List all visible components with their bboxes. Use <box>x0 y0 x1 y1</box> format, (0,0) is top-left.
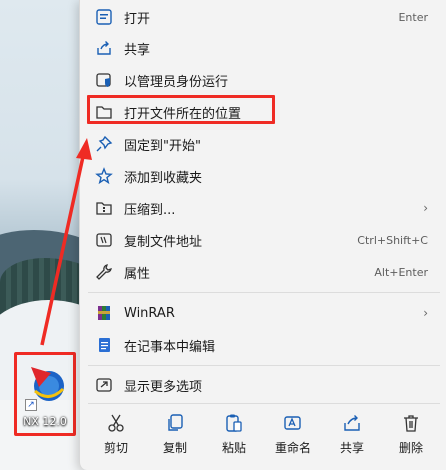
menu-item-label: 复制文件地址 <box>124 234 203 250</box>
menu-item-compress-to[interactable]: 压缩到... › <box>88 192 440 224</box>
copy-label: 复制 <box>162 441 187 455</box>
menu-item-properties[interactable]: 属性 Alt+Enter <box>88 256 440 288</box>
menu-item-label: 显示更多选项 <box>124 379 203 395</box>
paste-icon <box>226 414 242 432</box>
shortcut-arrow-icon: ↗ <box>25 399 37 411</box>
delete-label: 删除 <box>398 441 423 455</box>
share-icon <box>97 41 111 55</box>
menu-item-open[interactable]: 打开 Enter <box>88 1 440 33</box>
copy-icon <box>168 414 183 431</box>
cut-button[interactable]: 剪切 <box>88 409 144 459</box>
menu-item-copy-file-path[interactable]: 复制文件地址 Ctrl+Shift+C <box>88 224 440 256</box>
menu-item-label: 在记事本中编辑 <box>124 339 216 355</box>
share-icon <box>344 415 360 431</box>
menu-item-label: 固定到"开始" <box>124 138 201 154</box>
menu-item-shortcut: Enter <box>398 10 428 24</box>
share-label: 共享 <box>339 441 364 455</box>
menu-item-label: 打开文件所在的位置 <box>124 106 242 122</box>
delete-icon <box>404 415 418 432</box>
open-icon <box>96 9 112 25</box>
pin-icon <box>96 135 113 152</box>
menu-item-add-to-favorites[interactable]: 添加到收藏夹 <box>88 160 440 192</box>
share-button[interactable]: 共享 <box>324 409 380 459</box>
cut-label: 剪切 <box>103 441 128 455</box>
paste-button[interactable]: 粘贴 <box>206 409 262 459</box>
menu-item-open-file-location[interactable]: 打开文件所在的位置 <box>88 96 440 128</box>
more-options-icon <box>96 378 112 392</box>
menu-item-label: 打开 <box>124 11 151 27</box>
menu-item-shortcut: Alt+Enter <box>374 265 428 279</box>
winrar-icon <box>98 306 110 320</box>
menu-item-shortcut: Ctrl+Shift+C <box>357 233 428 247</box>
menu-item-winrar[interactable]: WinRAR › <box>88 297 440 329</box>
menu-divider <box>88 403 440 404</box>
chevron-right-icon: › <box>423 306 428 320</box>
context-menu: 打开 Enter 共享 以管理员身份运行 打开文件所在的位置 固定到"开始" 添… <box>79 0 446 470</box>
chevron-right-icon: › <box>423 201 428 215</box>
menu-item-label: 以管理员身份运行 <box>124 74 229 90</box>
copy-button[interactable]: 复制 <box>147 409 203 459</box>
paste-label: 粘贴 <box>221 441 246 455</box>
shortcut-label: NX 12.0 <box>23 415 67 428</box>
menu-divider <box>88 365 440 366</box>
wrench-icon <box>96 264 112 280</box>
folder-icon <box>96 106 112 119</box>
menu-item-label: 共享 <box>124 42 151 58</box>
menu-item-label: 添加到收藏夹 <box>124 170 203 186</box>
zip-icon <box>96 202 112 215</box>
menu-item-run-as-admin[interactable]: 以管理员身份运行 <box>88 64 440 96</box>
nx-app-icon <box>31 367 65 401</box>
cut-icon <box>108 414 124 432</box>
menu-item-label: 属性 <box>124 266 151 282</box>
quick-action-bar: 剪切 复制 粘贴 重命名 共享 删除 <box>88 405 440 463</box>
rename-icon <box>284 416 301 430</box>
menu-item-label: 压缩到... <box>124 202 176 218</box>
shield-icon <box>96 73 111 87</box>
delete-button[interactable]: 删除 <box>383 409 439 459</box>
menu-item-share[interactable]: 共享 <box>88 32 440 64</box>
rename-label: 重命名 <box>274 441 311 455</box>
star-icon <box>95 167 113 185</box>
nx-shortcut[interactable]: ↗ NX 12.0 <box>14 352 76 436</box>
rename-button[interactable]: 重命名 <box>265 409 321 459</box>
copy-path-icon <box>96 233 112 247</box>
menu-item-show-more-options[interactable]: 显示更多选项 <box>88 369 440 401</box>
menu-divider <box>88 292 440 293</box>
menu-item-pin-to-start[interactable]: 固定到"开始" <box>88 128 440 160</box>
menu-item-label: WinRAR <box>124 305 175 321</box>
notepad-icon <box>99 338 110 352</box>
menu-item-edit-in-notepad[interactable]: 在记事本中编辑 <box>88 329 440 361</box>
